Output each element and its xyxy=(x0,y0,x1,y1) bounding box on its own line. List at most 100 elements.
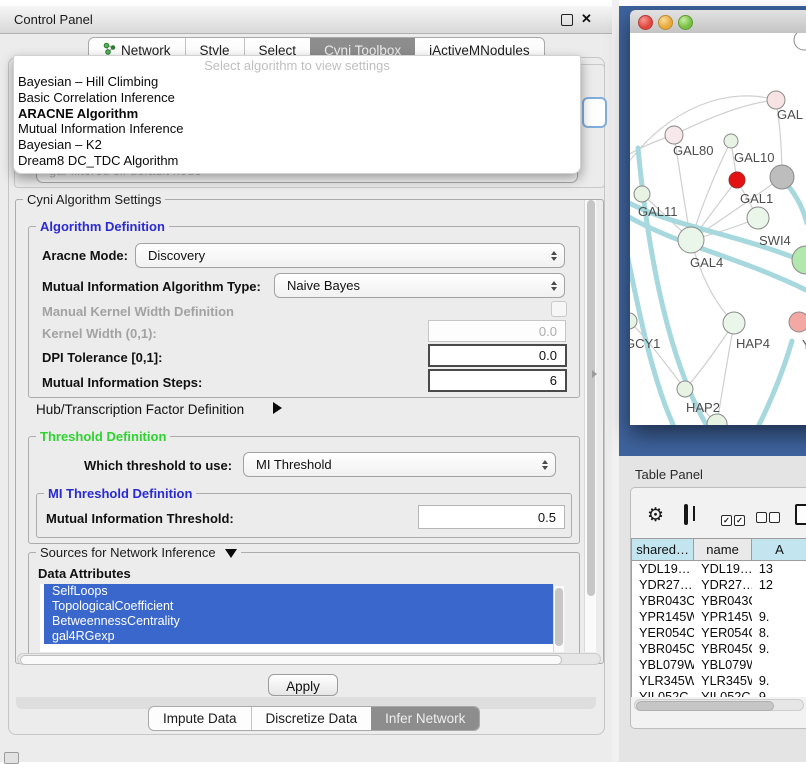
data-attributes-list[interactable]: SelfLoopsTopologicalCoefficientBetweenne… xyxy=(40,584,553,652)
table-cell: YBR045C xyxy=(632,641,694,657)
window-minimize-button[interactable] xyxy=(658,15,673,30)
settings-horizontal-scrollbar[interactable] xyxy=(17,653,601,665)
network-edge xyxy=(674,100,776,135)
settings-vertical-scrollbar[interactable] xyxy=(584,200,596,652)
network-window-titlebar[interactable] xyxy=(630,10,806,34)
network-window[interactable]: GALGAL80GAL10GAL1GAL11SWI4GAL4GCY1HAP4YH… xyxy=(630,10,806,425)
table-cell: YLR345W xyxy=(694,673,752,689)
mi-threshold-group-title: MI Threshold Definition xyxy=(44,486,196,501)
network-node[interactable] xyxy=(747,207,769,229)
table-row[interactable]: YBR043CYBR043C xyxy=(632,593,806,609)
network-node[interactable] xyxy=(707,414,727,425)
network-node[interactable] xyxy=(724,134,738,148)
table-row[interactable]: YDR27…YDR27…12 xyxy=(632,577,806,593)
node-label-gal1: GAL1 xyxy=(740,191,773,206)
aracne-mode-label: Aracne Mode: xyxy=(42,248,128,263)
collapse-arrow-icon[interactable] xyxy=(225,549,237,558)
table-cell: YIL052C xyxy=(632,689,694,697)
table-row[interactable]: YER054CYER054C8. xyxy=(632,625,806,641)
tab-impute-data[interactable]: Impute Data xyxy=(149,707,251,730)
network-node[interactable] xyxy=(677,381,693,397)
column-header-a[interactable]: A xyxy=(752,539,806,561)
table-row[interactable]: YBR045CYBR045C9. xyxy=(632,641,806,657)
algorithm-option-mutual-information-inference[interactable]: Mutual Information Inference xyxy=(14,121,580,137)
column-header-name[interactable]: name xyxy=(694,539,752,561)
node-label-gcy1: GCY1 xyxy=(630,336,660,351)
algorithm-dropdown-popup: Select algorithm to view settings Bayesi… xyxy=(13,55,581,174)
app-root: Control Panel ✕ NetworkStyleSelectCyni T… xyxy=(0,0,806,762)
pane-divider[interactable] xyxy=(612,0,619,762)
checked-checkbox-icon: ✓ xyxy=(734,515,745,526)
dpi-tolerance-field[interactable]: 0.0 xyxy=(428,344,567,367)
table-cell: 9. xyxy=(752,673,806,689)
attribute-table[interactable]: shared…nameA YDL19…YDL19…13YDR27…YDR27…1… xyxy=(631,538,806,697)
algorithm-option-dream8-dc-tdc-algorithm[interactable]: Dream8 DC_TDC Algorithm xyxy=(14,153,580,169)
control-panel-titlebar[interactable]: Control Panel ✕ xyxy=(0,6,612,34)
window-zoom-button[interactable] xyxy=(678,15,693,30)
splitter-handle-icon[interactable] xyxy=(592,370,597,378)
close-icon[interactable]: ✕ xyxy=(581,11,592,27)
table-row[interactable]: YLR345WYLR345W9. xyxy=(632,673,806,689)
tab-discretize-data[interactable]: Discretize Data xyxy=(251,707,372,730)
column-header-shared-[interactable]: shared… xyxy=(632,539,694,561)
table-row[interactable]: YBL079WYBL079W xyxy=(632,657,806,673)
algorithm-option-bayesian-k2[interactable]: Bayesian – K2 xyxy=(14,137,580,153)
algorithm-option-aracne-algorithm[interactable]: ARACNE Algorithm xyxy=(14,106,580,122)
select-all-columns-icon[interactable]: ✓✓ xyxy=(721,510,747,528)
node-label-hap4: HAP4 xyxy=(736,336,770,351)
table-row[interactable]: YPR145WYPR145W9. xyxy=(632,609,806,625)
mi-threshold-value: 0.5 xyxy=(538,510,556,525)
document-icon[interactable] xyxy=(795,504,806,525)
table-row[interactable]: YIL052CYIL052C9 xyxy=(632,689,806,697)
attribute-item-selfloops[interactable]: SelfLoops xyxy=(44,584,553,599)
minimized-panel-icon[interactable] xyxy=(4,752,19,764)
data-mode-tabs: Impute Data Discretize Data Infer Network xyxy=(148,706,480,731)
panel-title: Control Panel xyxy=(14,6,93,33)
network-node[interactable] xyxy=(630,313,637,329)
network-node[interactable] xyxy=(794,33,806,50)
table-cell: YDL19… xyxy=(632,561,694,577)
manual-kernel-label: Manual Kernel Width Definition xyxy=(42,304,234,319)
network-node[interactable] xyxy=(789,312,806,332)
threshold-combo[interactable]: MI Threshold xyxy=(243,452,556,477)
network-canvas[interactable]: GALGAL80GAL10GAL1GAL11SWI4GAL4GCY1HAP4YH… xyxy=(630,33,806,425)
attribute-list-scrollbar[interactable] xyxy=(553,586,564,652)
data-attributes-label: Data Attributes xyxy=(38,566,131,581)
columns-icon[interactable] xyxy=(684,504,688,525)
attribute-item-topologicalcoefficient[interactable]: TopologicalCoefficient xyxy=(44,599,553,614)
network-node[interactable] xyxy=(792,246,806,274)
deselect-all-columns-icon[interactable] xyxy=(756,510,782,528)
algorithm-option-bayesian-hill-climbing[interactable]: Bayesian – Hill Climbing xyxy=(14,74,580,90)
table-cell: YER054C xyxy=(694,625,752,641)
expand-arrow-icon[interactable] xyxy=(273,402,282,414)
gear-icon[interactable]: ⚙ xyxy=(647,506,664,525)
tab-label: Discretize Data xyxy=(266,711,358,726)
mi-steps-field[interactable]: 6 xyxy=(428,369,567,392)
network-node[interactable] xyxy=(665,126,683,144)
network-node[interactable] xyxy=(729,172,745,188)
attribute-item-gal4rgexp[interactable]: gal4RGexp xyxy=(44,629,553,644)
checked-checkbox-icon: ✓ xyxy=(721,515,732,526)
tab-infer-network[interactable]: Infer Network xyxy=(371,707,479,730)
float-icon[interactable] xyxy=(561,14,573,26)
table-cell: 13 xyxy=(752,561,806,577)
manual-kernel-checkbox[interactable] xyxy=(551,301,567,317)
node-label-y: Y xyxy=(802,337,806,352)
sources-group-title: Sources for Network Inference xyxy=(36,545,241,560)
algorithm-combo-focus-ring[interactable] xyxy=(582,97,607,128)
apply-button[interactable]: Apply xyxy=(268,674,338,696)
mi-threshold-field[interactable]: 0.5 xyxy=(418,505,565,529)
table-row[interactable]: YDL19…YDL19…13 xyxy=(632,561,806,577)
aracne-mode-combo[interactable]: Discovery xyxy=(135,243,565,268)
network-node[interactable] xyxy=(678,227,704,253)
network-node[interactable] xyxy=(723,312,745,334)
mi-algorithm-type-combo[interactable]: Naive Bayes xyxy=(274,273,565,298)
network-node[interactable] xyxy=(634,186,650,202)
window-close-button[interactable] xyxy=(638,15,653,30)
network-node[interactable] xyxy=(770,165,794,189)
table-horizontal-scrollbar[interactable] xyxy=(634,699,804,711)
algorithm-option-basic-correlation-inference[interactable]: Basic Correlation Inference xyxy=(14,90,580,106)
threshold-definition-title: Threshold Definition xyxy=(36,429,170,444)
attribute-item-betweennesscentrality[interactable]: BetweennessCentrality xyxy=(44,614,553,629)
table-cell xyxy=(752,593,806,609)
